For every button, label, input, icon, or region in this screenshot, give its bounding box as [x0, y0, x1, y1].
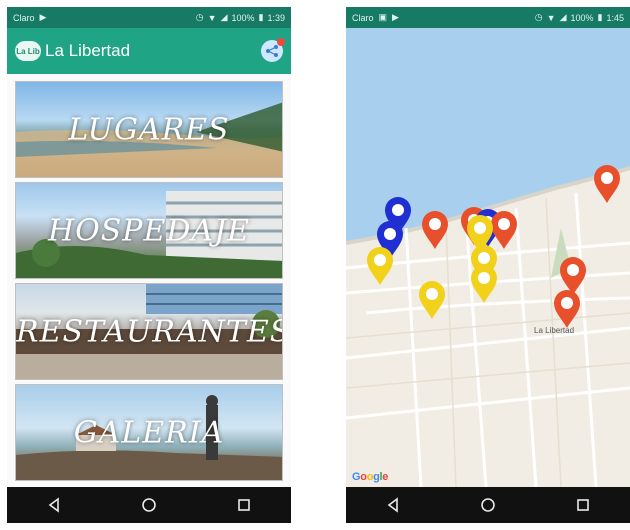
- tile-label-galeria: GALERIA: [73, 415, 225, 450]
- map-marker-yellow[interactable]: [365, 246, 395, 291]
- home-screen: Claro ▶ ◷ ▼ ◢ 100% ▮ 1:39 La Lib La Libe…: [7, 7, 291, 523]
- battery-percent: 100%: [231, 12, 255, 23]
- carrier-label: Claro: [13, 12, 35, 23]
- map-pin-icon: [367, 247, 393, 285]
- tile-label-lugares: LUGARES: [68, 112, 230, 147]
- share-button[interactable]: [261, 38, 285, 62]
- notification-badge: [277, 38, 285, 46]
- wifi-icon: ▼: [207, 12, 217, 23]
- wifi-icon: ▼: [546, 12, 556, 23]
- recents-icon: [237, 499, 250, 511]
- alarm-icon: ◷: [195, 12, 204, 22]
- navigation-bar: [7, 487, 291, 523]
- map-pin-icon: [422, 211, 448, 249]
- status-time: 1:39: [267, 12, 285, 23]
- share-icon: [266, 45, 278, 57]
- navigation-bar: [346, 487, 630, 523]
- battery-icon: ▮: [597, 12, 603, 22]
- back-icon: [48, 497, 60, 513]
- signal-icon: ◢: [559, 12, 567, 22]
- notification-icon: ▶: [39, 12, 47, 22]
- category-list: LUGARES HOSPEDAJE RESTAURANTES GALERIA: [15, 81, 283, 485]
- status-bar: Claro ▶ ◷ ▼ ◢ 100% ▮ 1:39: [7, 7, 291, 28]
- image-notification-icon: ▣: [378, 12, 388, 22]
- map-view[interactable]: La Libertad Google: [346, 28, 630, 487]
- tile-hospedaje[interactable]: HOSPEDAJE: [15, 182, 283, 279]
- tile-galeria[interactable]: GALERIA: [15, 384, 283, 481]
- app-title: La Libertad: [45, 41, 131, 60]
- map-marker-red[interactable]: [592, 164, 622, 209]
- status-bar: Claro ▣ ▶ ◷ ▼ ◢ 100% ▮ 1:45: [346, 7, 630, 28]
- back-icon: [387, 497, 399, 513]
- map-screen: Claro ▣ ▶ ◷ ▼ ◢ 100% ▮ 1:45 La Libertad …: [346, 7, 630, 523]
- app-logo: La Lib: [15, 41, 41, 61]
- map-marker-yellow[interactable]: [417, 280, 447, 325]
- battery-percent: 100%: [570, 12, 594, 23]
- tile-restaurantes[interactable]: RESTAURANTES: [15, 283, 283, 380]
- back-button[interactable]: [39, 490, 69, 520]
- recents-button[interactable]: [568, 490, 598, 520]
- home-icon: [481, 498, 495, 512]
- map-pin-icon: [419, 281, 445, 319]
- tile-label-restaurantes: RESTAURANTES: [16, 314, 283, 349]
- home-button[interactable]: [134, 490, 164, 520]
- app-bar: La Lib La Libertad: [7, 28, 291, 74]
- recents-button[interactable]: [229, 490, 259, 520]
- signal-icon: ◢: [220, 12, 228, 22]
- map-pin-icon: [471, 265, 497, 303]
- map-pin-icon: [554, 290, 580, 328]
- status-time: 1:45: [606, 12, 624, 23]
- map-place-label: La Libertad: [534, 326, 575, 335]
- recents-icon: [576, 499, 589, 511]
- google-attribution: Google: [352, 471, 389, 483]
- battery-icon: ▮: [258, 12, 264, 22]
- alarm-icon: ◷: [534, 12, 543, 22]
- map-pin-icon: [594, 165, 620, 203]
- map-marker-red[interactable]: [420, 210, 450, 255]
- carrier-label: Claro: [352, 12, 374, 23]
- tile-label-hospedaje: HOSPEDAJE: [47, 213, 251, 248]
- home-button[interactable]: [473, 490, 503, 520]
- map-marker-yellow[interactable]: [469, 264, 499, 309]
- notification-icon: ▶: [392, 12, 399, 22]
- tile-lugares[interactable]: LUGARES: [15, 81, 283, 178]
- home-icon: [142, 498, 156, 512]
- back-button[interactable]: [378, 490, 408, 520]
